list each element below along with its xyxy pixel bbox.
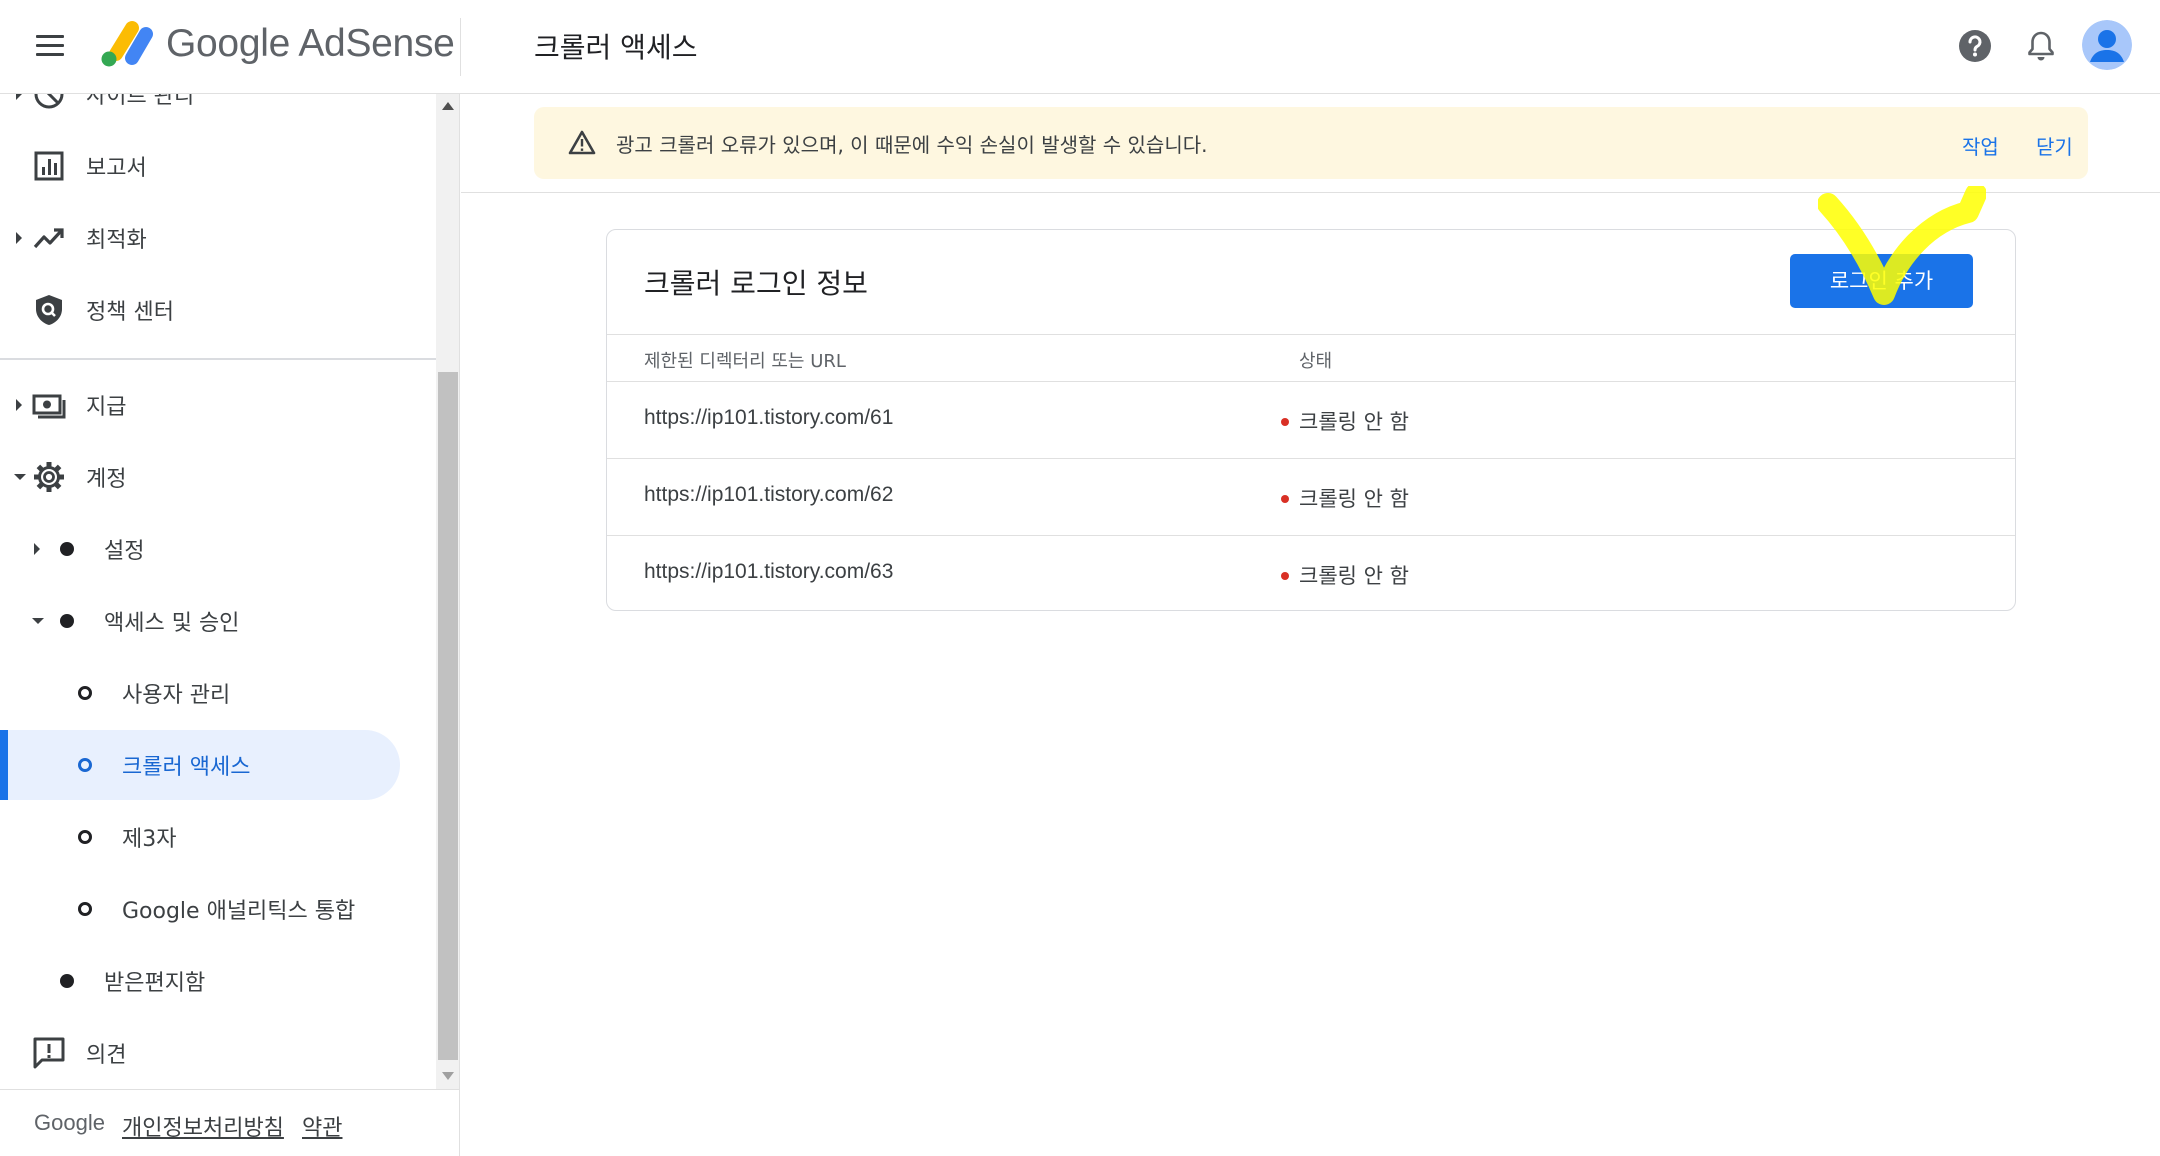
top-app-bar: Google AdSense 크롤러 액세스 [0, 0, 2160, 94]
banner-area: 광고 크롤러 오류가 있으며, 이 때문에 수익 손실이 발생할 수 있습니다.… [461, 94, 2160, 193]
add-login-button[interactable]: 로그인 추가 [1790, 254, 1973, 308]
caret-right-icon [34, 543, 40, 555]
sidebar-item-label: 설정 [104, 539, 145, 564]
crawler-login-card: 크롤러 로그인 정보 로그인 추가 제한된 디렉터리 또는 URL 상태 htt… [606, 229, 2016, 611]
column-header-status: 상태 [1299, 351, 1333, 372]
sidebar-item-account[interactable]: 계정 [0, 442, 436, 512]
sidebar-item-label: 사이트 관리 [86, 94, 195, 109]
page-title: 크롤러 액세스 [534, 31, 698, 64]
product-name: Google AdSense [166, 22, 455, 65]
column-header-restricted-url: 제한된 디렉터리 또는 URL [644, 351, 846, 372]
row-url: https://ip101.tistory.com/61 [644, 406, 894, 429]
help-circle-icon[interactable] [1957, 28, 1993, 64]
shield-search-icon [36, 295, 62, 325]
error-status-dot-icon [1281, 572, 1289, 580]
row-url: https://ip101.tistory.com/62 [644, 483, 894, 506]
payments-icon [32, 394, 66, 419]
error-status-dot-icon [1281, 418, 1289, 426]
sidebar-item-label: 지급 [86, 395, 127, 420]
sidebar-item-label: 정책 센터 [86, 300, 174, 325]
reports-chart-icon [34, 151, 64, 181]
crawler-error-banner: 광고 크롤러 오류가 있으며, 이 때문에 수익 손실이 발생할 수 있습니다.… [534, 107, 2088, 179]
sidebar-item-label: 의견 [86, 1043, 127, 1068]
sidebar-item-label: 제3자 [122, 827, 177, 852]
trending-up-icon [33, 228, 64, 249]
caret-right-icon [16, 232, 22, 244]
sidebar-item-label: 액세스 및 승인 [104, 611, 240, 636]
main-content: 광고 크롤러 오류가 있으며, 이 때문에 수익 손실이 발생할 수 있습니다.… [461, 94, 2160, 1156]
sidebar-item-access-authorization[interactable]: 액세스 및 승인 [0, 586, 436, 656]
sidebar-item-inbox[interactable]: 받은편지함 [0, 946, 436, 1016]
privacy-policy-link[interactable]: 개인정보처리방침 [122, 1110, 284, 1142]
sidebar-footer: Google 개인정보처리방침 약관 [0, 1089, 459, 1156]
table-row[interactable]: https://ip101.tistory.com/62 크롤링 안 함 [607, 459, 2015, 536]
sidebar-item-label: 받은편지함 [104, 971, 206, 996]
hamburger-menu-icon[interactable] [30, 28, 70, 64]
error-status-dot-icon [1281, 495, 1289, 503]
bell-icon[interactable] [2023, 28, 2059, 64]
sidebar-item-label: 최적화 [86, 228, 147, 253]
sidebar-scroll-area: 사이트 관리 보고서 최적화 정책 센터 지급 계정 설정 액세스 및 승인 사… [0, 94, 436, 1089]
row-status: 크롤링 안 함 [1299, 564, 1409, 588]
card-title: 크롤러 로그인 정보 [644, 267, 868, 300]
sidebar-item-settings[interactable]: 설정 [0, 514, 436, 584]
row-url: https://ip101.tistory.com/63 [644, 560, 894, 583]
bullet-ring-icon [78, 830, 92, 844]
sidebar-item-user-management[interactable]: 사용자 관리 [0, 658, 436, 728]
caret-down-icon [14, 474, 26, 480]
sidebar-item-label: Google 애널리틱스 통합 [122, 899, 356, 924]
sidebar-item-reports[interactable]: 보고서 [0, 131, 436, 201]
bullet-icon [60, 974, 74, 988]
sidebar-scrollbar[interactable] [436, 94, 459, 1089]
scroll-down-arrow-icon[interactable] [442, 1072, 454, 1080]
sidebar-item-policy-center[interactable]: 정책 센터 [0, 275, 436, 345]
sidebar-item-site-management[interactable]: 사이트 관리 [0, 94, 436, 129]
caret-right-icon [16, 399, 22, 411]
bullet-ring-icon [78, 902, 92, 916]
sidebar-item-feedback[interactable]: 의견 [0, 1018, 436, 1088]
terms-link[interactable]: 약관 [302, 1110, 342, 1142]
table-header: 제한된 디렉터리 또는 URL 상태 [607, 334, 2015, 382]
sidebar-item-label: 크롤러 액세스 [122, 755, 251, 780]
header-divider [460, 18, 461, 76]
adsense-logo-icon[interactable] [96, 20, 154, 70]
row-status: 크롤링 안 함 [1299, 410, 1409, 434]
sidebar-item-google-analytics[interactable]: Google 애널리틱스 통합 [0, 874, 436, 944]
caret-right-icon [16, 94, 22, 100]
bullet-icon [60, 614, 74, 628]
banner-message: 광고 크롤러 오류가 있으며, 이 때문에 수익 손실이 발생할 수 있습니다. [616, 133, 1208, 157]
sidebar-item-payments[interactable]: 지급 [0, 370, 436, 440]
sidebar-item-label: 계정 [86, 467, 127, 492]
scrollbar-thumb[interactable] [438, 372, 458, 1060]
sidebar-divider [0, 358, 436, 360]
sidebar-item-optimization[interactable]: 최적화 [0, 203, 436, 273]
sidebar-nav: 사이트 관리 보고서 최적화 정책 센터 지급 계정 설정 액세스 및 승인 사… [0, 94, 460, 1156]
sidebar-item-label: 보고서 [86, 156, 147, 181]
table-row[interactable]: https://ip101.tistory.com/61 크롤링 안 함 [607, 382, 2015, 459]
table-row[interactable]: https://ip101.tistory.com/63 크롤링 안 함 [607, 536, 2015, 613]
site-management-icon [34, 94, 64, 109]
warning-triangle-icon [568, 130, 596, 155]
row-status: 크롤링 안 함 [1299, 487, 1409, 511]
caret-down-icon [32, 618, 44, 624]
scroll-up-arrow-icon[interactable] [442, 102, 454, 110]
gear-icon [34, 462, 64, 492]
feedback-icon [33, 1037, 65, 1069]
banner-action-button[interactable]: 작업 [1962, 131, 1999, 160]
sidebar-item-third-party[interactable]: 제3자 [0, 802, 436, 872]
account-avatar[interactable] [2082, 20, 2132, 70]
bullet-ring-icon [78, 686, 92, 700]
bullet-icon [60, 542, 74, 556]
footer-google-logo: Google [34, 1110, 105, 1135]
bullet-ring-icon [78, 758, 92, 772]
sidebar-item-crawler-access[interactable]: 크롤러 액세스 [0, 730, 400, 800]
banner-dismiss-button[interactable]: 닫기 [2036, 131, 2073, 160]
sidebar-item-label: 사용자 관리 [122, 683, 231, 708]
